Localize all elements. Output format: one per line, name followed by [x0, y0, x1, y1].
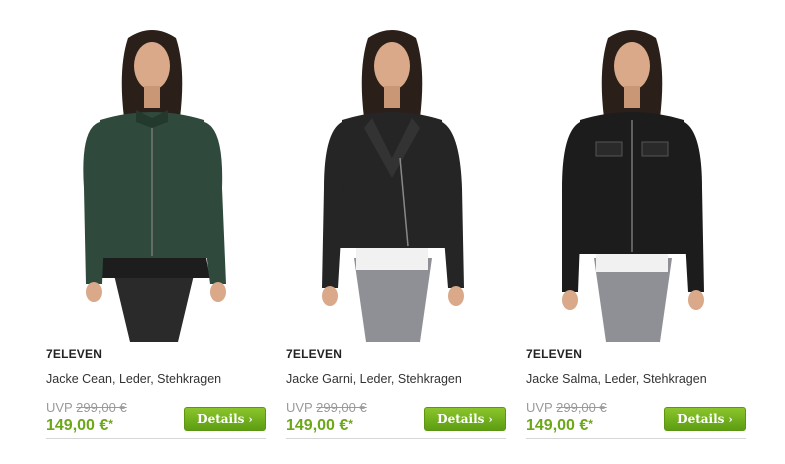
product-title[interactable]: Jacke Garni, Leder, Stehkragen: [286, 372, 462, 386]
current-price: 149,00 €*: [526, 417, 593, 435]
price-footnote-mark: *: [348, 417, 353, 431]
price-footnote-mark: *: [108, 417, 113, 431]
old-price: 299,00 €: [316, 400, 367, 415]
product-brand: 7ELEVEN: [46, 347, 103, 361]
chevron-right-icon: ›: [728, 412, 733, 426]
details-button-label: Details: [677, 412, 725, 426]
details-button-label: Details: [197, 412, 245, 426]
chevron-right-icon: ›: [488, 412, 493, 426]
uvp-label: UVP: [526, 400, 553, 415]
product-title[interactable]: Jacke Cean, Leder, Stehkragen: [46, 372, 221, 386]
uvp-label: UVP: [46, 400, 73, 415]
product-brand: 7ELEVEN: [286, 347, 343, 361]
product-card: 7ELEVEN Jacke Garni, Leder, Stehkragen U…: [280, 0, 506, 464]
current-price: 149,00 €*: [46, 417, 113, 435]
product-card: 7ELEVEN Jacke Salma, Leder, Stehkragen U…: [520, 0, 746, 464]
product-image[interactable]: [40, 8, 265, 342]
details-button[interactable]: Details ›: [424, 407, 506, 431]
details-button[interactable]: Details ›: [184, 407, 266, 431]
price-value: 149,00 €: [46, 417, 109, 434]
product-title[interactable]: Jacke Salma, Leder, Stehkragen: [526, 372, 707, 386]
product-image[interactable]: [280, 8, 505, 342]
price-value: 149,00 €: [526, 417, 589, 434]
uvp-price: UVP 299,00 €: [286, 400, 367, 415]
uvp-label: UVP: [286, 400, 313, 415]
divider: [526, 438, 746, 439]
chevron-right-icon: ›: [248, 412, 253, 426]
product-image[interactable]: [520, 8, 745, 342]
uvp-price: UVP 299,00 €: [46, 400, 127, 415]
current-price: 149,00 €*: [286, 417, 353, 435]
product-brand: 7ELEVEN: [526, 347, 583, 361]
product-card: 7ELEVEN Jacke Cean, Leder, Stehkragen UV…: [40, 0, 266, 464]
price-value: 149,00 €: [286, 417, 349, 434]
old-price: 299,00 €: [556, 400, 607, 415]
divider: [286, 438, 506, 439]
details-button-label: Details: [437, 412, 485, 426]
divider: [46, 438, 266, 439]
price-footnote-mark: *: [588, 417, 593, 431]
details-button[interactable]: Details ›: [664, 407, 746, 431]
old-price: 299,00 €: [76, 400, 127, 415]
uvp-price: UVP 299,00 €: [526, 400, 607, 415]
